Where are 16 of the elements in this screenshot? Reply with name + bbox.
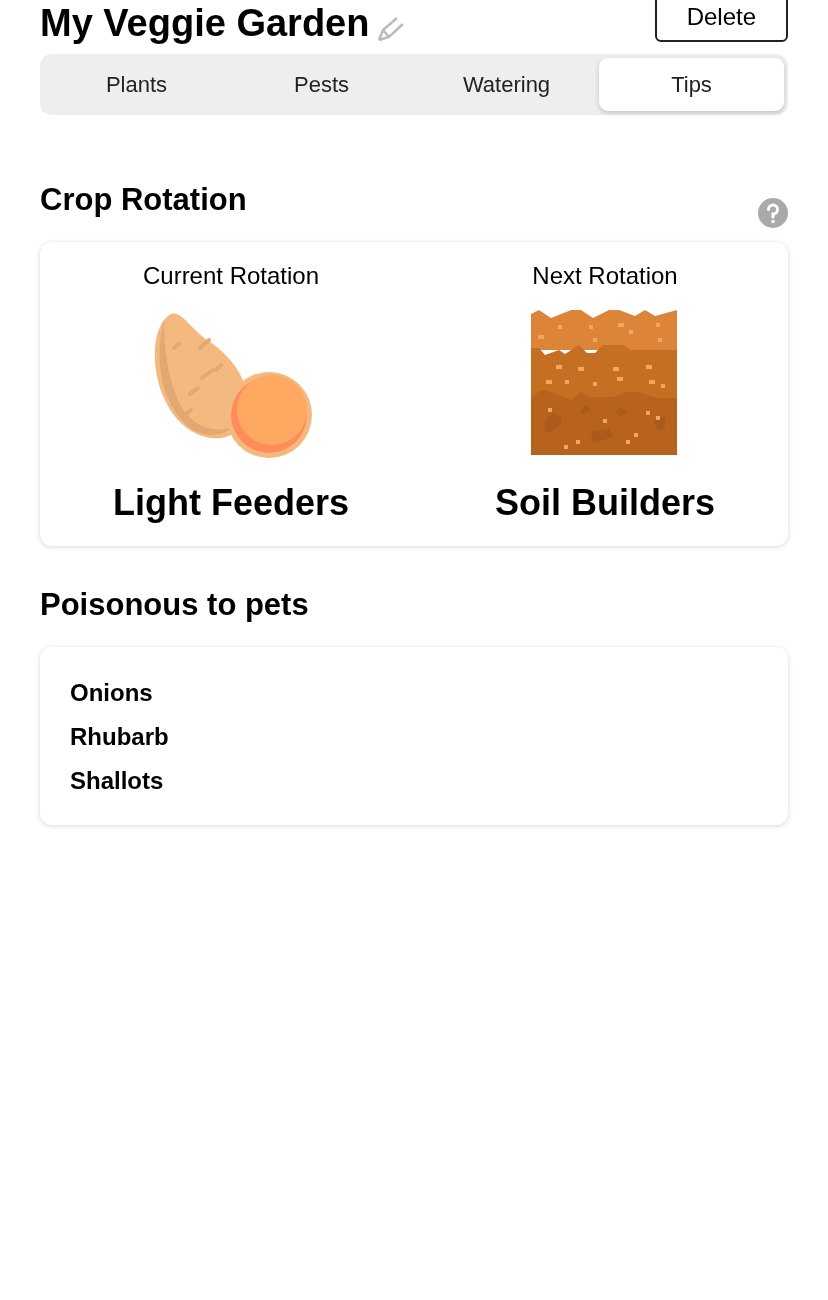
crop-group-name: Light Feeders: [112, 481, 349, 526]
page-title: My Veggie Garden: [40, 4, 370, 42]
tab[interactable]: Watering: [414, 58, 599, 111]
section-title: Crop Rotation: [40, 181, 247, 219]
plant-name: Shallots: [70, 766, 165, 797]
delete-button[interactable]: Delete: [654, 0, 788, 42]
section-title: Poisonous to pets: [40, 586, 310, 624]
tab[interactable]: Pests: [229, 58, 414, 111]
plant-name: Onions: [70, 678, 154, 709]
help-icon[interactable]: [758, 198, 788, 229]
rotation-caption: Next Rotation: [532, 261, 678, 292]
tab[interactable]: Tips: [599, 58, 784, 111]
tab[interactable]: Plants: [44, 58, 229, 111]
rotation-caption: Current Rotation: [142, 261, 320, 292]
plant-name: Rhubarb: [70, 722, 170, 753]
crop-group-name: Soil Builders: [494, 481, 715, 526]
